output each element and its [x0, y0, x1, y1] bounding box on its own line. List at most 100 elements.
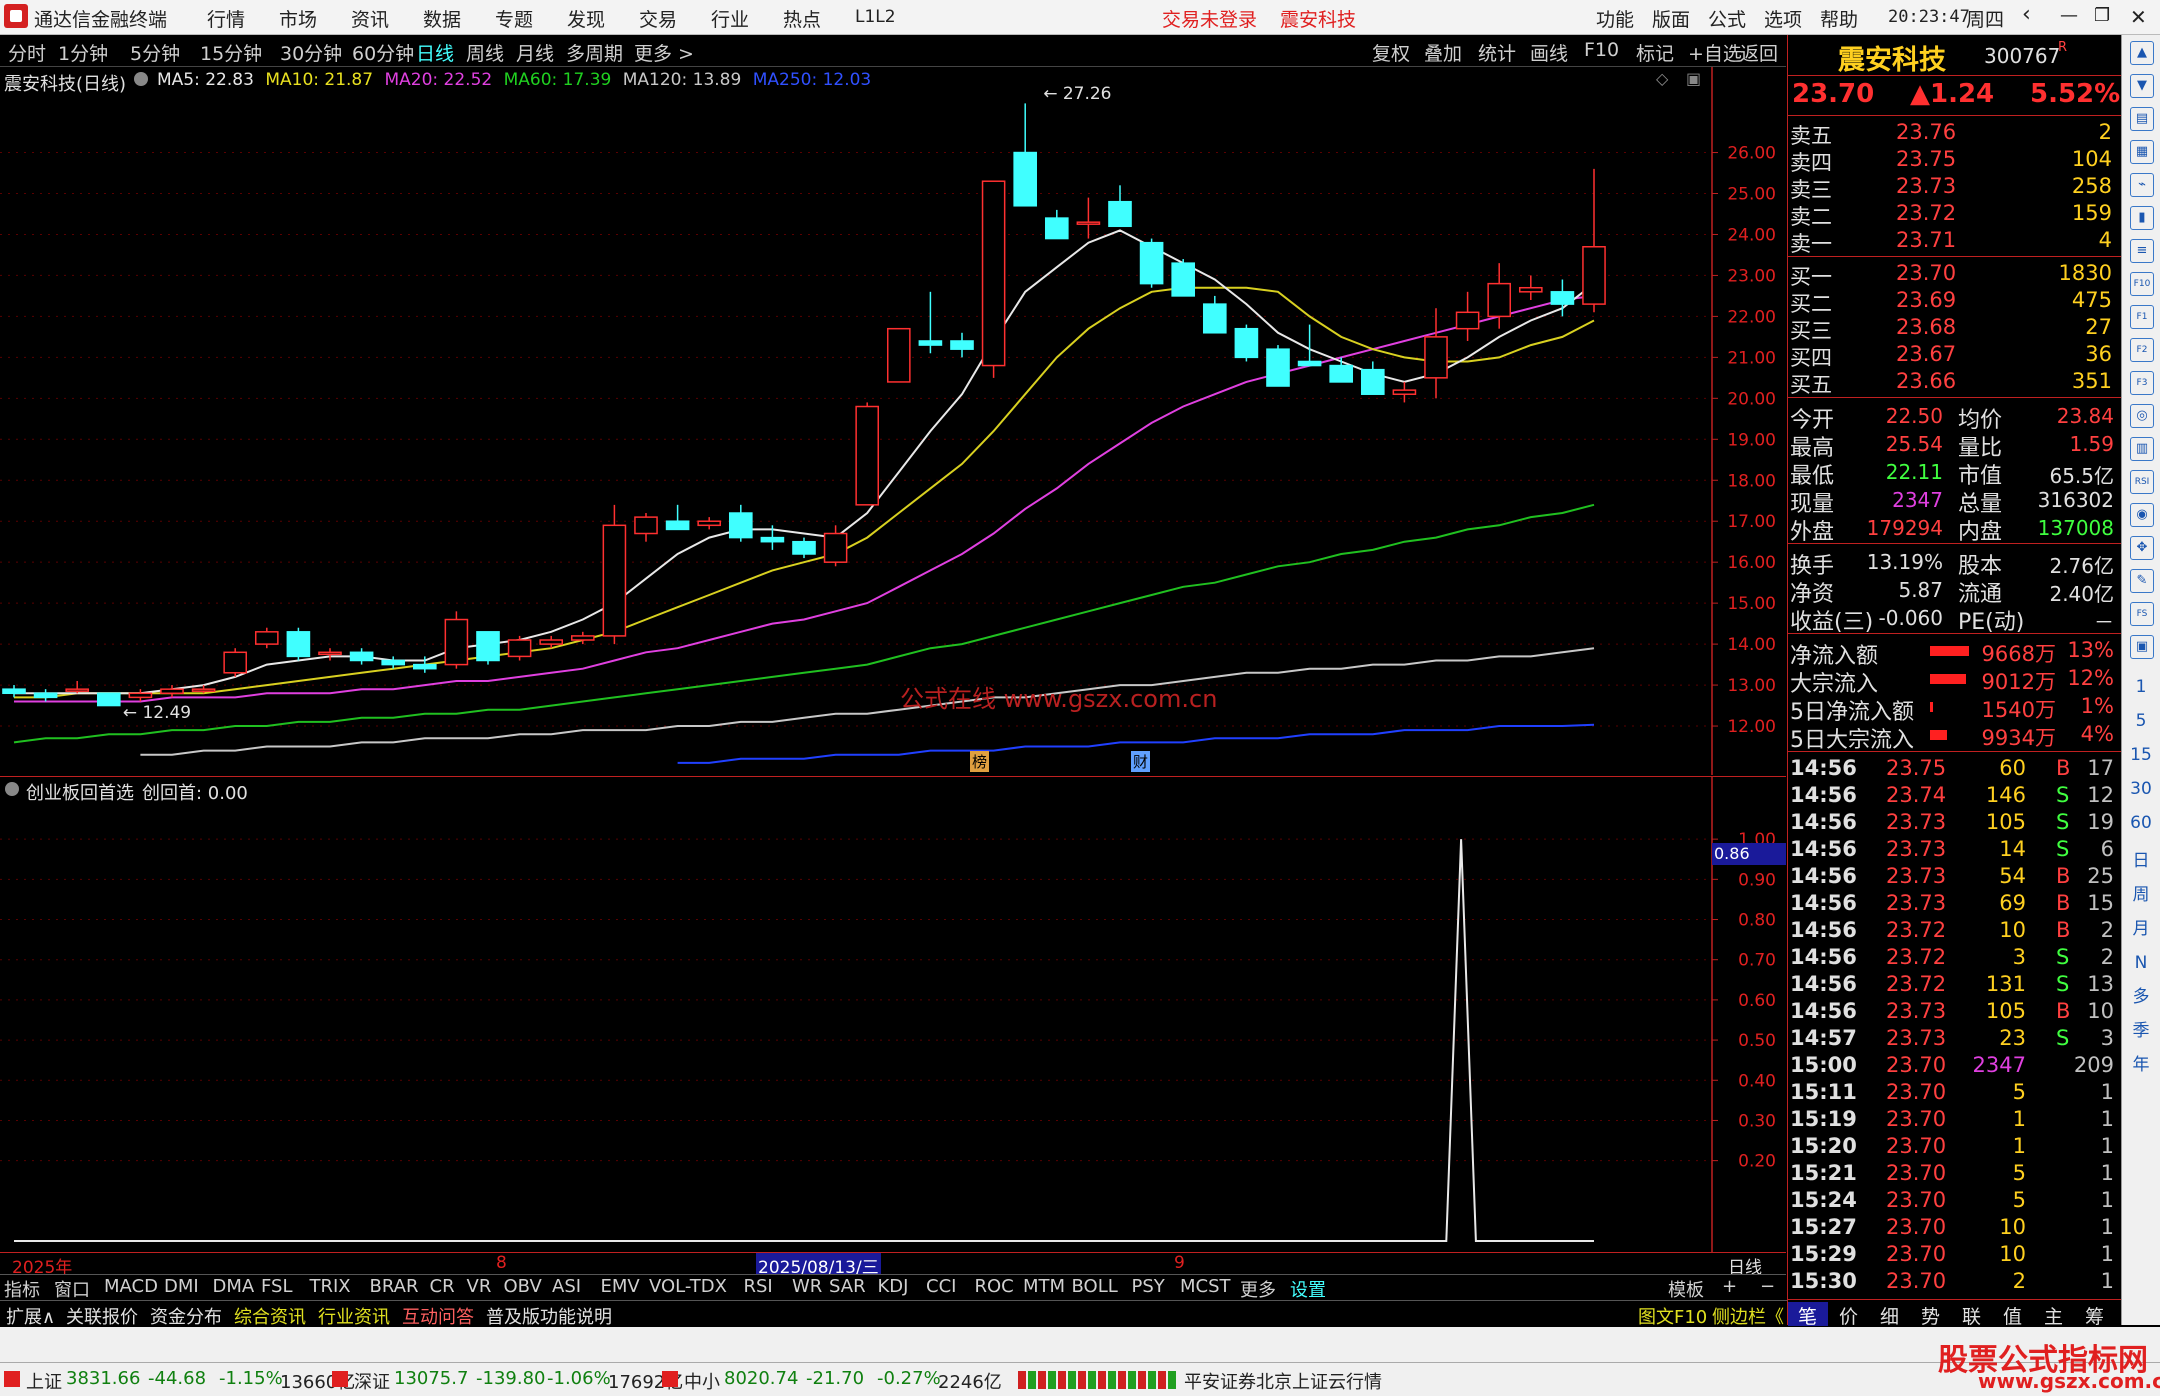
tool-mark[interactable]: 标记: [1636, 39, 1674, 66]
menu-l1l2[interactable]: L1L2: [855, 7, 896, 27]
indicator-tab[interactable]: PSY: [1132, 1276, 1165, 1297]
side-period-char[interactable]: 年: [2130, 1054, 2152, 1076]
f2-icon[interactable]: F2: [2130, 338, 2154, 362]
panel-tab[interactable]: 细: [1870, 1302, 1910, 1328]
period-multi[interactable]: 多周期: [566, 39, 623, 66]
panel-tab[interactable]: 值: [1993, 1302, 2033, 1328]
ask-row[interactable]: 卖五 23.76 2: [1788, 119, 2118, 148]
indicator-tab[interactable]: WR: [792, 1276, 822, 1297]
menu-industry[interactable]: 行业: [711, 5, 749, 32]
ask-row[interactable]: 卖三 23.73 258: [1788, 173, 2118, 202]
panel-tab[interactable]: 联: [1952, 1302, 1992, 1328]
side-period-30[interactable]: 30: [2130, 778, 2152, 800]
f10-icon[interactable]: F10: [2130, 272, 2154, 296]
zoom-in-icon[interactable]: +: [1722, 1276, 1737, 1297]
menu-news[interactable]: 资讯: [351, 5, 389, 32]
menu-formula[interactable]: 公式: [1708, 5, 1746, 32]
side-period-char[interactable]: 周: [2130, 884, 2152, 906]
indicator-tab[interactable]: RSI: [744, 1276, 773, 1297]
maximize-icon[interactable]: ❐: [2094, 5, 2110, 26]
menu-quote[interactable]: 行情: [207, 5, 245, 32]
expand-toggle[interactable]: 扩展∧: [6, 1303, 55, 1329]
panel-tab[interactable]: 价: [1829, 1302, 1869, 1328]
bid-row[interactable]: 买一 23.70 1830: [1788, 260, 2118, 289]
side-period-15[interactable]: 15: [2130, 744, 2152, 766]
indicator-tab[interactable]: SAR: [829, 1276, 866, 1297]
bar-icon[interactable]: ▥: [2130, 437, 2154, 461]
marker-rank[interactable]: 榜: [970, 751, 990, 772]
menu-function[interactable]: 功能: [1596, 5, 1634, 32]
tab-related-quotes[interactable]: 关联报价: [66, 1303, 138, 1329]
f3-icon[interactable]: F3: [2130, 371, 2154, 395]
menu-help[interactable]: 帮助: [1820, 5, 1858, 32]
period-intraday[interactable]: 分时: [8, 39, 46, 66]
side-period-60[interactable]: 60: [2130, 812, 2152, 834]
period-more[interactable]: 更多 >: [634, 39, 694, 66]
tool-add-watch[interactable]: +自选: [1688, 39, 1742, 66]
indicator-tab[interactable]: EMV: [601, 1276, 640, 1297]
chart-icon[interactable]: ▤: [2130, 107, 2154, 131]
pen-icon[interactable]: ✎: [2130, 569, 2154, 593]
period-15min[interactable]: 15分钟: [200, 39, 262, 66]
circle-icon[interactable]: ◎: [2130, 404, 2154, 428]
indicator-tab[interactable]: 窗口: [54, 1276, 90, 1302]
line-chart-icon[interactable]: ⌁: [2130, 173, 2154, 197]
indicator-tab[interactable]: OBV: [504, 1276, 542, 1297]
menu-options[interactable]: 选项: [1764, 5, 1802, 32]
back-nav-icon[interactable]: ‹: [2022, 2, 2031, 27]
panel-tab[interactable]: 笔: [1788, 1302, 1828, 1328]
login-status[interactable]: 交易未登录: [1162, 5, 1257, 32]
indicator-tab[interactable]: DMI: [164, 1276, 199, 1297]
marker-finance[interactable]: 财: [1131, 751, 1151, 772]
indicator-tab[interactable]: KDJ: [878, 1276, 909, 1297]
tool-f10[interactable]: F10: [1584, 39, 1619, 61]
indicator-tab[interactable]: ROC: [975, 1276, 1014, 1297]
period-5min[interactable]: 5分钟: [130, 39, 180, 66]
tool-draw[interactable]: 画线: [1530, 39, 1568, 66]
indicator-tab[interactable]: BRAR: [370, 1276, 419, 1297]
template-button[interactable]: 模板: [1668, 1276, 1704, 1302]
period-1min[interactable]: 1分钟: [58, 39, 108, 66]
period-60min[interactable]: 60分钟: [352, 39, 414, 66]
bid-row[interactable]: 买四 23.67 36: [1788, 341, 2118, 370]
list-icon[interactable]: ≡: [2130, 239, 2154, 263]
panel-tab[interactable]: 势: [1911, 1302, 1951, 1328]
ask-row[interactable]: 卖二 23.72 159: [1788, 200, 2118, 229]
indicator-tab[interactable]: 指标: [4, 1276, 40, 1302]
indicator-tab[interactable]: CCI: [926, 1276, 956, 1297]
index-name[interactable]: 中小: [684, 1368, 720, 1394]
indicator-tab[interactable]: MCST: [1180, 1276, 1231, 1297]
side-period-char[interactable]: 季: [2130, 1020, 2152, 1042]
menu-topic[interactable]: 专题: [495, 5, 533, 32]
menu-trade[interactable]: 交易: [639, 5, 677, 32]
period-weekly[interactable]: 周线: [466, 39, 504, 66]
down-arrow-icon[interactable]: ▼: [2130, 74, 2154, 98]
tool-back[interactable]: 返回: [1740, 39, 1778, 66]
side-period-char[interactable]: 日: [2130, 850, 2152, 872]
panel-tab[interactable]: 主: [2034, 1302, 2074, 1328]
bid-row[interactable]: 买三 23.68 27: [1788, 314, 2118, 343]
indicator-tab[interactable]: 设置: [1290, 1276, 1326, 1302]
bell-icon[interactable]: ◉: [2130, 503, 2154, 527]
minimize-icon[interactable]: —: [2060, 5, 2078, 26]
side-period-char[interactable]: N: [2130, 952, 2152, 974]
index-name[interactable]: 深证: [354, 1368, 390, 1394]
bid-row[interactable]: 买二 23.69 475: [1788, 287, 2118, 316]
indicator-tab[interactable]: MACD: [104, 1276, 158, 1297]
tab-qa[interactable]: 互动问答: [402, 1303, 474, 1329]
table-icon[interactable]: ▦: [2130, 140, 2154, 164]
ask-row[interactable]: 卖一 23.71 4: [1788, 227, 2118, 256]
menu-hot[interactable]: 热点: [783, 5, 821, 32]
close-icon[interactable]: ✕: [2130, 5, 2147, 29]
tool-stats[interactable]: 统计: [1478, 39, 1516, 66]
period-monthly[interactable]: 月线: [516, 39, 554, 66]
tab-news[interactable]: 综合资讯: [234, 1303, 306, 1329]
indicator-tab[interactable]: CR: [430, 1276, 455, 1297]
side-period-5[interactable]: 5: [2130, 710, 2152, 732]
indicator-tab[interactable]: DMA: [213, 1276, 255, 1297]
sidebar-toggle[interactable]: 侧边栏《: [1712, 1303, 1784, 1329]
indicator-tab[interactable]: FSL: [261, 1276, 293, 1297]
panel-tab[interactable]: 筹: [2075, 1302, 2115, 1328]
candle-icon[interactable]: ▮: [2130, 206, 2154, 230]
tab-feature-help[interactable]: 普及版功能说明: [486, 1303, 612, 1329]
